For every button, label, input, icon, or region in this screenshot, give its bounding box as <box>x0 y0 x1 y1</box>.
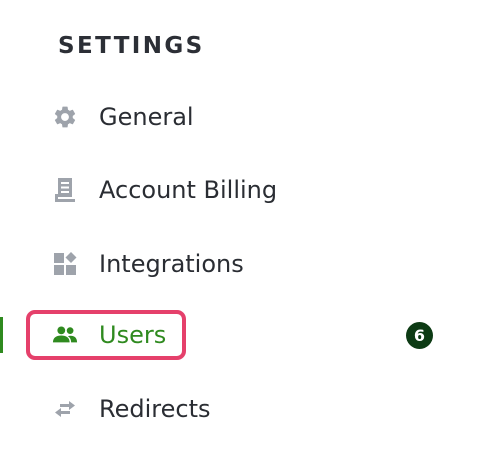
settings-heading: SETTINGS <box>58 33 205 59</box>
integrations-icon <box>52 252 78 276</box>
users-icon <box>52 323 78 347</box>
gear-icon <box>52 105 78 129</box>
sidebar-item-label: Integrations <box>99 250 244 278</box>
sidebar-item-integrations[interactable]: Integrations <box>0 240 479 288</box>
sidebar-item-redirects[interactable]: Redirects <box>0 385 479 433</box>
receipt-icon <box>52 178 78 202</box>
count-badge: 6 <box>406 322 433 349</box>
active-indicator <box>0 317 3 353</box>
redirect-arrows-icon <box>52 397 78 421</box>
sidebar-item-label: Redirects <box>99 395 211 423</box>
sidebar-item-account-billing[interactable]: Account Billing <box>0 166 479 214</box>
sidebar-item-label: General <box>99 103 194 131</box>
sidebar-item-users[interactable]: Users 6 <box>0 310 479 360</box>
sidebar-item-label: Account Billing <box>99 176 278 204</box>
sidebar-item-general[interactable]: General <box>0 93 479 141</box>
sidebar-item-label: Users <box>99 321 167 349</box>
